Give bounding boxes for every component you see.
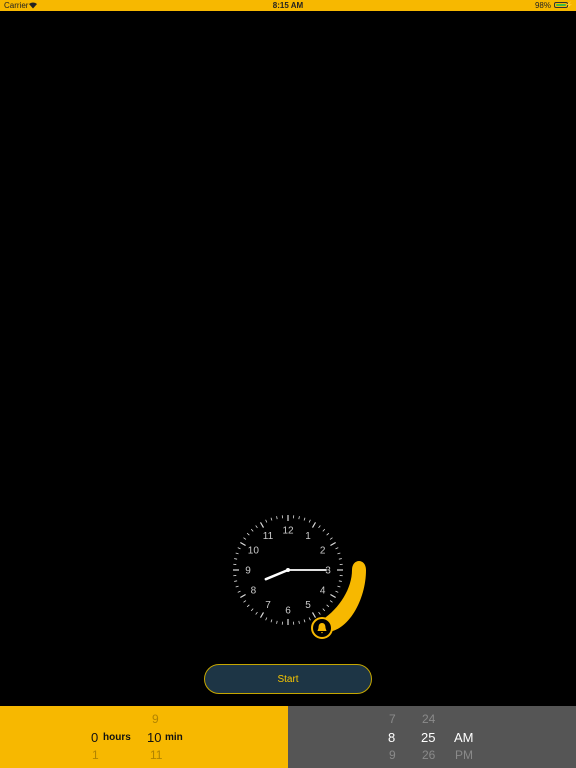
clock-tick: [240, 593, 246, 599]
clock-tick: [335, 547, 339, 550]
clock-tick: [243, 537, 247, 540]
minutes-selected[interactable]: 10: [147, 730, 161, 745]
minute-below[interactable]: 26: [422, 748, 435, 762]
clock-numeral: 4: [320, 586, 326, 597]
alarm-clock-dial[interactable]: 12 1 2 3 4 5 6 7 8 9 10 11: [224, 508, 374, 648]
clock-tick: [276, 620, 278, 624]
clock-tick: [318, 611, 321, 615]
battery-percent: 98%: [534, 1, 551, 10]
clock-tick: [337, 552, 341, 555]
clock-tick: [255, 611, 258, 615]
clock-tick: [308, 519, 311, 523]
clock-tick: [270, 619, 273, 623]
clock-numeral: 6: [285, 606, 291, 617]
clock-tick: [298, 516, 300, 520]
minutes-above[interactable]: 9: [152, 712, 159, 726]
clock-tick: [246, 532, 250, 536]
minutes-unit-label: min: [165, 732, 183, 743]
clock-tick: [338, 558, 342, 560]
clock-tick: [308, 617, 311, 621]
hours-unit-label: hours: [103, 732, 131, 743]
clock-numeral: 11: [263, 531, 274, 542]
clock-tick: [250, 528, 254, 532]
clock-tick: [303, 619, 306, 623]
clock-tick: [235, 552, 239, 555]
clock-tick: [311, 522, 317, 528]
hours-below[interactable]: 1: [92, 748, 99, 762]
clock-numeral: 12: [282, 526, 294, 537]
clock-tick: [322, 608, 326, 612]
hour-below[interactable]: 9: [389, 748, 396, 762]
clock-tick: [235, 585, 239, 588]
hours-selected[interactable]: 0: [91, 730, 98, 745]
clock-tick: [265, 519, 268, 523]
clock-tick: [338, 580, 342, 582]
status-time: 8:15 AM: [272, 1, 304, 10]
clock-tick: [259, 612, 265, 618]
period-below[interactable]: PM: [455, 748, 473, 762]
clock-tick: [265, 617, 268, 621]
clock-tick: [243, 600, 247, 603]
clock-numeral: 8: [251, 586, 257, 597]
clock-numeral: 1: [305, 531, 311, 542]
clock-tick: [318, 525, 321, 529]
clock-center: [286, 568, 290, 572]
clock-tick: [337, 585, 341, 588]
clock-tick: [330, 541, 336, 547]
clock-tick: [322, 528, 326, 532]
clock-tick: [335, 590, 339, 593]
alarm-time-picker[interactable]: 7 8 9 24 25 26 AM PM: [288, 706, 576, 768]
clock-tick: [234, 558, 238, 560]
clock-numeral: 10: [248, 546, 260, 557]
clock-tick: [255, 525, 258, 529]
clock-numeral: 9: [245, 566, 251, 577]
minute-selected[interactable]: 25: [421, 730, 435, 745]
start-button[interactable]: Start: [204, 664, 372, 694]
minute-above[interactable]: 24: [422, 712, 435, 726]
clock-numeral: 2: [320, 546, 326, 557]
clock-numeral: 3: [325, 566, 331, 577]
hour-hand: [264, 568, 290, 581]
clock-tick: [329, 537, 333, 540]
duration-picker[interactable]: 0 hours 1 9 10 min 11: [0, 706, 288, 768]
clock-tick: [259, 522, 265, 528]
clock-tick: [250, 608, 254, 612]
clock-tick: [240, 541, 246, 547]
clock-tick: [298, 620, 300, 624]
clock-numeral: 7: [265, 600, 271, 611]
charging-icon: ⚡: [565, 2, 574, 9]
clock-tick: [326, 532, 330, 536]
clock-tick: [246, 604, 250, 608]
period-selected[interactable]: AM: [454, 730, 474, 745]
clock-tick: [276, 516, 278, 520]
clock-tick: [330, 593, 336, 599]
status-bar: Carrier 8:15 AM 98% ⚡: [0, 0, 576, 11]
clock-tick: [270, 517, 273, 521]
clock-numeral: 5: [305, 600, 311, 611]
clock-tick: [303, 517, 306, 521]
clock-tick: [237, 590, 241, 593]
hour-selected[interactable]: 8: [388, 730, 395, 745]
clock-tick: [234, 580, 238, 582]
clock-tick: [326, 604, 330, 608]
clock-tick: [237, 547, 241, 550]
clock-face: 12 12 3 45 6 789 1011: [233, 515, 366, 639]
minutes-below[interactable]: 11: [150, 748, 162, 762]
hour-above[interactable]: 7: [389, 712, 396, 726]
clock-tick: [329, 600, 333, 603]
clock-tick: [311, 612, 317, 618]
